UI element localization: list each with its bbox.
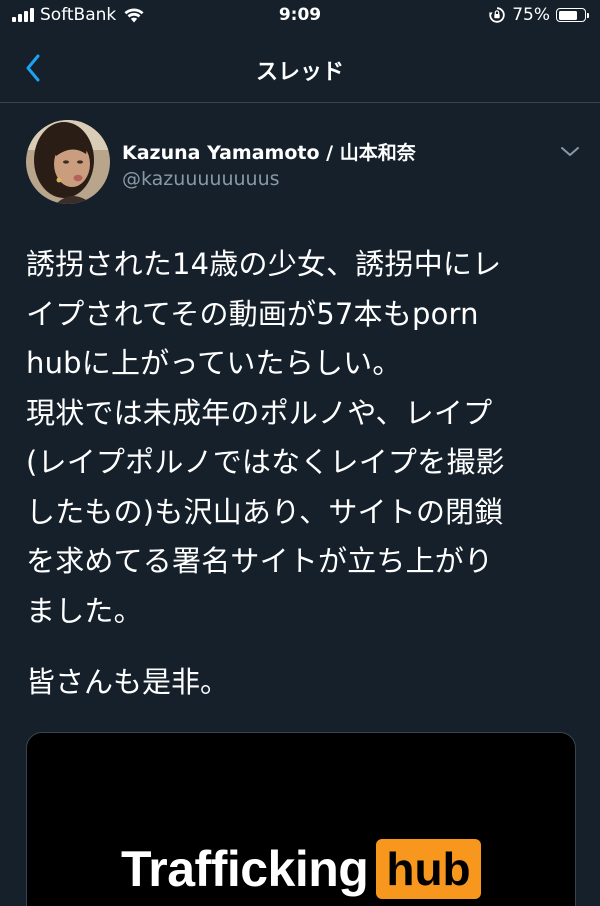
tweet-text: 誘拐された14歳の少女、誘拐中にレ イプされてその動画が57本もporn hub… (26, 240, 574, 636)
status-bar: SoftBank 9:09 75% (0, 0, 600, 34)
tweet-text-line: 誘拐された14歳の少女、誘拐中にレ (26, 247, 502, 281)
tweet-header: Kazuna Yamamoto / 山本和奈 @kazuuuuuuuus (26, 120, 581, 210)
battery-level-fill (558, 10, 578, 20)
screen: SoftBank 9:09 75% スレッド Kazuna Yamamoto /… (0, 0, 600, 906)
tweet-text-line: イプされてその動画が57本もporn (26, 296, 479, 331)
chevron-down-icon[interactable] (559, 140, 581, 162)
battery-icon (556, 8, 589, 22)
avatar[interactable] (26, 120, 110, 204)
tweet-text-line: ました。 (26, 593, 143, 628)
status-bar-right: 75% (488, 5, 589, 25)
tweet-text-line: したもの)も沢山あり、サイトの閉鎖 (26, 494, 504, 529)
author-handle[interactable]: @kazuuuuuuuus (122, 168, 280, 190)
page-title: スレッド (255, 60, 344, 85)
tweet-text-line: hubに上がっていたらしい。 (26, 346, 402, 380)
logo-text-orange: hub (376, 839, 481, 899)
traffickinghub-logo: Trafficking hub (121, 839, 481, 899)
navigation-bar: スレッド (0, 34, 600, 103)
author-display-name[interactable]: Kazuna Yamamoto / 山本和奈 (122, 138, 416, 165)
avatar-image (26, 120, 110, 204)
battery-tip (587, 12, 589, 18)
logo-text-white: Trafficking (121, 841, 369, 897)
tweet-text-closing: 皆さんも是非。 (26, 665, 230, 699)
tweet-text-line: 現状では未成年のポルノや、レイプ (26, 395, 493, 430)
tweet-text-line: を求めてる署名サイトが立ち上がり (26, 544, 494, 578)
battery-percent: 75% (512, 5, 550, 25)
orientation-lock-icon (489, 7, 505, 23)
media-card[interactable]: Trafficking hub (26, 732, 576, 906)
tweet-text-line: (レイプポルノではなくレイプを撮影 (26, 445, 505, 479)
